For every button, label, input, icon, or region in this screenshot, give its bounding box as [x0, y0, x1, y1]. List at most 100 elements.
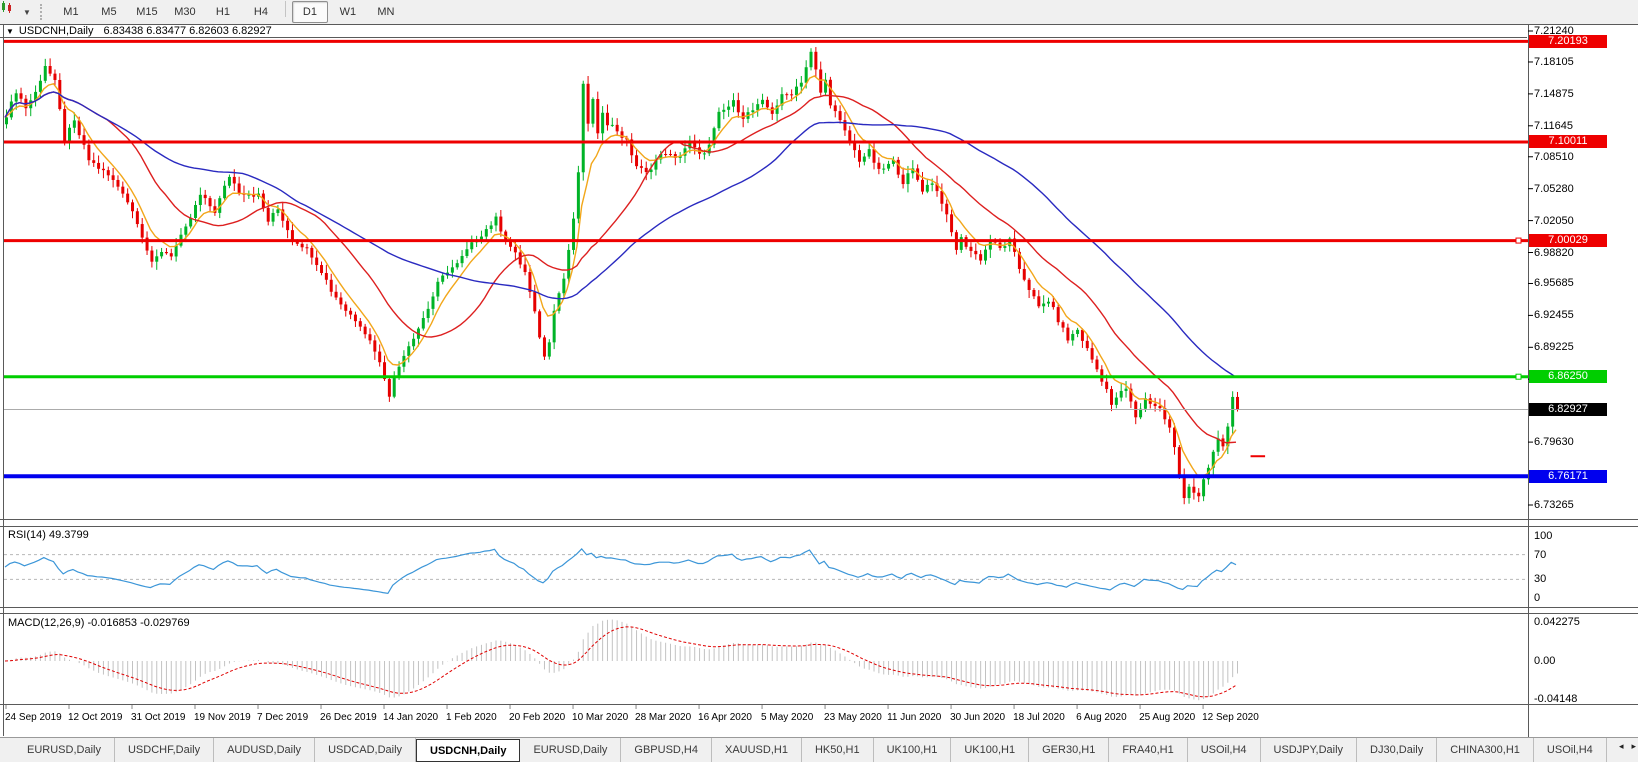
candle: [674, 152, 677, 166]
candle: [572, 212, 575, 254]
symbol-tab-eurusd-daily[interactable]: EURUSD,Daily: [14, 738, 115, 762]
candle: [965, 235, 968, 249]
symbol-tab-eurusd-daily[interactable]: EURUSD,Daily: [520, 738, 621, 762]
candle: [179, 228, 182, 247]
candle: [582, 81, 585, 181]
price-level-label: 6.86250: [1529, 370, 1607, 383]
date-label: 1 Feb 2020: [446, 712, 497, 723]
symbol-tab-xauusd-h1[interactable]: XAUUSD,H1: [712, 738, 802, 762]
candle: [412, 333, 415, 350]
candle: [349, 308, 352, 319]
candle: [979, 250, 982, 265]
candle: [344, 301, 347, 316]
level-handle[interactable]: [1516, 238, 1521, 243]
candle: [950, 210, 953, 237]
candle: [223, 181, 226, 200]
candle: [955, 230, 958, 255]
date-label: 26 Dec 2019: [320, 712, 377, 723]
candle: [945, 199, 948, 222]
candle: [814, 47, 817, 77]
symbol-tab-audusd-daily[interactable]: AUDUSD,Daily: [214, 738, 315, 762]
candle: [1183, 468, 1186, 504]
candle: [654, 155, 657, 176]
candle: [1125, 381, 1128, 398]
candle: [499, 210, 502, 237]
candle: [679, 152, 682, 163]
candle: [494, 213, 497, 232]
candle: [160, 248, 163, 259]
candle: [335, 285, 338, 301]
candle: [359, 318, 362, 331]
chart-canvas[interactable]: [0, 0, 1638, 762]
symbol-tab-uk100-h1[interactable]: UK100,H1: [874, 738, 952, 762]
price-level-label: 7.00029: [1529, 234, 1607, 247]
candle: [485, 225, 488, 240]
symbol-tab-usdcad-daily[interactable]: USDCAD,Daily: [315, 738, 416, 762]
candle: [199, 187, 202, 211]
macd-axis-label: -0.04148: [1534, 693, 1577, 705]
candle: [388, 377, 391, 402]
date-label: 24 Sep 2019: [5, 712, 62, 723]
candle: [131, 200, 134, 219]
date-label: 28 Mar 2020: [635, 712, 691, 723]
candle: [136, 208, 139, 227]
candle: [325, 265, 328, 285]
candle: [1037, 290, 1040, 308]
candle: [68, 124, 71, 149]
candlesticks: [5, 47, 1239, 504]
symbol-tab-dj30-daily[interactable]: DJ30,Daily: [1357, 738, 1437, 762]
candle: [1129, 383, 1132, 408]
candle: [112, 168, 115, 187]
candle: [640, 160, 643, 174]
candle: [465, 242, 468, 258]
candle: [877, 157, 880, 174]
date-label: 14 Jan 2020: [383, 712, 438, 723]
symbol-tab-usdjpy-daily[interactable]: USDJPY,Daily: [1261, 738, 1358, 762]
candle: [490, 221, 493, 233]
candle: [165, 248, 168, 255]
macd-axis-label: 0.042275: [1534, 616, 1580, 628]
macd-panel: [5, 620, 1238, 701]
level-handle[interactable]: [1516, 374, 1521, 379]
candle: [20, 88, 23, 103]
ma-mid-line: [5, 92, 1236, 443]
scroll-left-icon[interactable]: ◂: [1619, 741, 1624, 752]
candle: [810, 48, 813, 70]
date-label: 6 Aug 2020: [1076, 712, 1127, 723]
main-plot: [5, 47, 1239, 504]
candle: [1115, 392, 1118, 408]
symbol-tab-usdchf-daily[interactable]: USDCHF,Daily: [115, 738, 214, 762]
symbol-tab-uk100-h1[interactable]: UK100,H1: [951, 738, 1029, 762]
candle: [596, 92, 599, 139]
current-price-label: 6.82927: [1529, 403, 1607, 416]
candle: [53, 69, 56, 85]
symbol-tab-gbpusd-h4[interactable]: GBPUSD,H4: [621, 738, 712, 762]
scroll-right-icon[interactable]: ▸: [1631, 741, 1636, 752]
symbol-tab-usoil-h4[interactable]: USOil,H4: [1534, 738, 1607, 762]
date-label: 12 Sep 2020: [1202, 712, 1259, 723]
candle: [858, 145, 861, 168]
symbol-tab-fra40-h1[interactable]: FRA40,H1: [1109, 738, 1187, 762]
candle: [257, 188, 260, 199]
price-axis-label: 6.73265: [1534, 499, 1574, 511]
trading-terminal: ▼ M1M5M15M30H1H4D1W1MN ▼ USDCNH,Daily 6.…: [0, 0, 1638, 762]
candle: [960, 234, 963, 253]
symbol-tab-usoil-h4[interactable]: USOil,H4: [1188, 738, 1261, 762]
date-label: 20 Feb 2020: [509, 712, 565, 723]
candle: [732, 93, 735, 112]
symbol-tab-ger30-h1[interactable]: GER30,H1: [1029, 738, 1109, 762]
candle: [126, 188, 129, 204]
price-axis-label: 7.14875: [1534, 88, 1574, 100]
candle: [49, 58, 52, 76]
candle: [305, 244, 308, 254]
candle: [364, 324, 367, 339]
candle: [669, 150, 672, 157]
symbol-tab-china300-h1[interactable]: CHINA300,H1: [1437, 738, 1534, 762]
date-label: 30 Jun 2020: [950, 712, 1005, 723]
candle: [989, 235, 992, 258]
date-label: 5 May 2020: [761, 712, 813, 723]
candle: [548, 339, 551, 359]
symbol-tab-hk50-h1[interactable]: HK50,H1: [802, 738, 874, 762]
symbol-tab-usdcnh-daily[interactable]: USDCNH,Daily: [416, 739, 520, 762]
candle: [407, 342, 410, 363]
